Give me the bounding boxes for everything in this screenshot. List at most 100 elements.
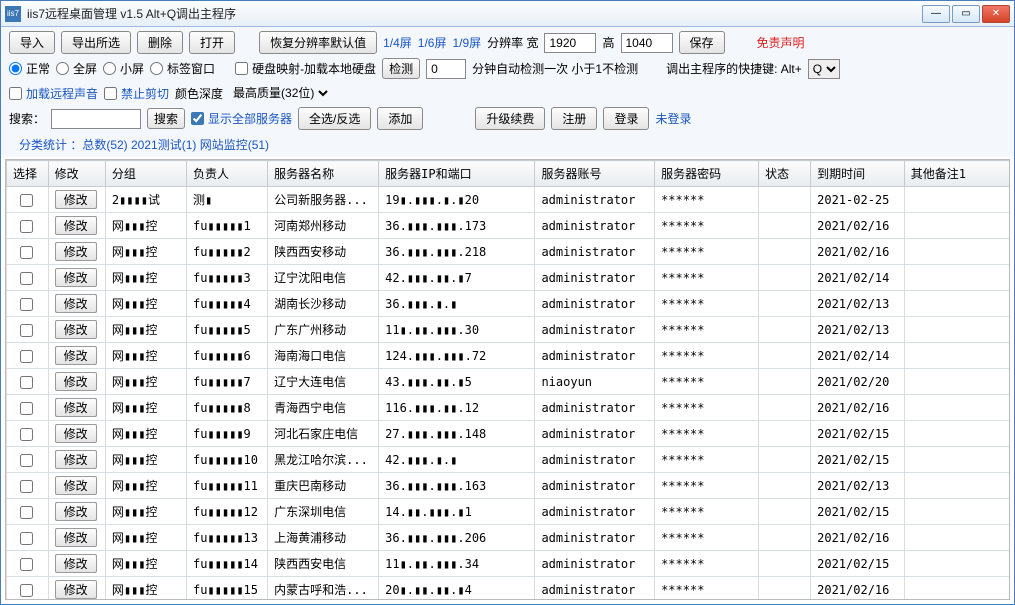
table-row[interactable]: 修改网▮▮▮控fu▮▮▮▮▮9河北石家庄电信27.▮▮▮.▮▮▮.148admi… bbox=[7, 421, 1011, 447]
renew-button[interactable]: 升级续费 bbox=[475, 107, 545, 130]
col-header[interactable]: 到期时间 bbox=[811, 161, 905, 187]
modify-button[interactable]: 修改 bbox=[55, 320, 97, 339]
restore-resolution-button[interactable]: 恢复分辨率默认值 bbox=[259, 31, 377, 54]
color-depth-select[interactable]: 最高质量(32位) bbox=[229, 83, 331, 103]
table-row[interactable]: 修改网▮▮▮控fu▮▮▮▮▮14陕西西安电信11▮.▮▮.▮▮▮.34admin… bbox=[7, 551, 1011, 577]
block-clipboard-checkbox[interactable]: 禁止剪切 bbox=[104, 85, 169, 102]
table-row[interactable]: 修改2▮▮▮▮试测▮公司新服务器...19▮.▮▮▮.▮.▮20administ… bbox=[7, 187, 1011, 213]
delete-button[interactable]: 删除 bbox=[137, 31, 183, 54]
cell-group: 网▮▮▮控 bbox=[105, 213, 186, 239]
cell-group: 网▮▮▮控 bbox=[105, 473, 186, 499]
normal-radio[interactable]: 正常 bbox=[9, 60, 50, 77]
table-row[interactable]: 修改网▮▮▮控fu▮▮▮▮▮8青海西宁电信116.▮▮▮.▮▮.12admini… bbox=[7, 395, 1011, 421]
col-header[interactable]: 服务器账号 bbox=[535, 161, 655, 187]
search-button[interactable]: 搜索 bbox=[147, 108, 185, 129]
col-header[interactable]: 其他备注1 bbox=[904, 161, 1010, 187]
col-header[interactable]: 选择 bbox=[7, 161, 49, 187]
cell-group: 网▮▮▮控 bbox=[105, 343, 186, 369]
login-button[interactable]: 登录 bbox=[603, 107, 649, 130]
table-row[interactable]: 修改网▮▮▮控fu▮▮▮▮▮1河南郑州移动36.▮▮▮.▮▮▮.173admin… bbox=[7, 213, 1011, 239]
row-select-checkbox[interactable] bbox=[20, 324, 33, 337]
row-select-checkbox[interactable] bbox=[20, 376, 33, 389]
select-all-button[interactable]: 全选/反选 bbox=[298, 107, 371, 130]
modify-button[interactable]: 修改 bbox=[55, 450, 97, 469]
table-row[interactable]: 修改网▮▮▮控fu▮▮▮▮▮10黑龙江哈尔滨...42.▮▮▮.▮.▮admin… bbox=[7, 447, 1011, 473]
tabwin-radio[interactable]: 标签窗口 bbox=[150, 60, 215, 77]
modify-button[interactable]: 修改 bbox=[55, 190, 97, 209]
row-select-checkbox[interactable] bbox=[20, 402, 33, 415]
table-row[interactable]: 修改网▮▮▮控fu▮▮▮▮▮3辽宁沈阳电信42.▮▮▮.▮▮.▮7adminis… bbox=[7, 265, 1011, 291]
modify-button[interactable]: 修改 bbox=[55, 242, 97, 261]
table-row[interactable]: 修改网▮▮▮控fu▮▮▮▮▮11重庆巴南移动36.▮▮▮.▮▮▮.163admi… bbox=[7, 473, 1011, 499]
col-header[interactable]: 修改 bbox=[48, 161, 105, 187]
search-input[interactable] bbox=[51, 109, 141, 129]
cell-note bbox=[904, 265, 1010, 291]
shortcut-select[interactable]: Q bbox=[808, 59, 840, 79]
table-row[interactable]: 修改网▮▮▮控fu▮▮▮▮▮12广东深圳电信14.▮▮.▮▮▮.▮1admini… bbox=[7, 499, 1011, 525]
col-header[interactable]: 服务器密码 bbox=[655, 161, 759, 187]
add-button[interactable]: 添加 bbox=[377, 107, 423, 130]
save-button[interactable]: 保存 bbox=[679, 31, 725, 54]
row-select-checkbox[interactable] bbox=[20, 350, 33, 363]
row-select-checkbox[interactable] bbox=[20, 506, 33, 519]
modify-button[interactable]: 修改 bbox=[55, 216, 97, 235]
row-select-checkbox[interactable] bbox=[20, 194, 33, 207]
modify-button[interactable]: 修改 bbox=[55, 528, 97, 547]
ninth-screen-link[interactable]: 1/9屏 bbox=[452, 34, 481, 51]
import-button[interactable]: 导入 bbox=[9, 31, 55, 54]
modify-button[interactable]: 修改 bbox=[55, 580, 97, 599]
close-button[interactable]: ✕ bbox=[982, 5, 1010, 23]
col-header[interactable]: 服务器IP和端口 bbox=[379, 161, 535, 187]
table-row[interactable]: 修改网▮▮▮控fu▮▮▮▮▮15内蒙古呼和浩...20▮.▮▮.▮▮.▮4adm… bbox=[7, 577, 1011, 601]
maximize-button[interactable]: ▭ bbox=[952, 5, 980, 23]
table-row[interactable]: 修改网▮▮▮控fu▮▮▮▮▮13上海黄浦移动36.▮▮▮.▮▮▮.206admi… bbox=[7, 525, 1011, 551]
detect-interval-input[interactable] bbox=[426, 59, 466, 79]
col-header[interactable]: 负责人 bbox=[186, 161, 267, 187]
col-header[interactable]: 状态 bbox=[759, 161, 811, 187]
row-select-checkbox[interactable] bbox=[20, 428, 33, 441]
cell-ip: 43.▮▮▮.▮▮.▮5 bbox=[379, 369, 535, 395]
diskmap-checkbox[interactable]: 硬盘映射-加载本地硬盘 bbox=[235, 60, 376, 77]
modify-button[interactable]: 修改 bbox=[55, 398, 97, 417]
row-select-checkbox[interactable] bbox=[20, 220, 33, 233]
quarter-screen-link[interactable]: 1/4屏 bbox=[383, 34, 412, 51]
row-select-checkbox[interactable] bbox=[20, 584, 33, 597]
full-radio[interactable]: 全屏 bbox=[56, 60, 97, 77]
row-select-checkbox[interactable] bbox=[20, 272, 33, 285]
modify-button[interactable]: 修改 bbox=[55, 502, 97, 521]
detect-button[interactable]: 检测 bbox=[382, 58, 420, 79]
modify-button[interactable]: 修改 bbox=[55, 268, 97, 287]
show-all-checkbox[interactable]: 显示全部服务器 bbox=[191, 110, 292, 127]
sixth-screen-link[interactable]: 1/6屏 bbox=[418, 34, 447, 51]
table-row[interactable]: 修改网▮▮▮控fu▮▮▮▮▮5广东广州移动11▮.▮▮.▮▮▮.30admini… bbox=[7, 317, 1011, 343]
modify-button[interactable]: 修改 bbox=[55, 554, 97, 573]
small-radio[interactable]: 小屏 bbox=[103, 60, 144, 77]
col-header[interactable]: 服务器名称 bbox=[268, 161, 379, 187]
row-select-checkbox[interactable] bbox=[20, 454, 33, 467]
disclaimer-link[interactable]: 免责声明 bbox=[757, 34, 805, 51]
table-row[interactable]: 修改网▮▮▮控fu▮▮▮▮▮6海南海口电信124.▮▮▮.▮▮▮.72admin… bbox=[7, 343, 1011, 369]
minimize-button[interactable]: — bbox=[922, 5, 950, 23]
col-header[interactable]: 分组 bbox=[105, 161, 186, 187]
server-table-wrap[interactable]: 选择修改分组负责人服务器名称服务器IP和端口服务器账号服务器密码状态到期时间其他… bbox=[5, 159, 1010, 600]
table-row[interactable]: 修改网▮▮▮控fu▮▮▮▮▮2陕西西安移动36.▮▮▮.▮▮▮.218admin… bbox=[7, 239, 1011, 265]
modify-button[interactable]: 修改 bbox=[55, 424, 97, 443]
register-button[interactable]: 注册 bbox=[551, 107, 597, 130]
modify-button[interactable]: 修改 bbox=[55, 346, 97, 365]
table-row[interactable]: 修改网▮▮▮控fu▮▮▮▮▮7辽宁大连电信43.▮▮▮.▮▮.▮5niaoyun… bbox=[7, 369, 1011, 395]
load-sound-checkbox[interactable]: 加载远程声音 bbox=[9, 85, 98, 102]
open-button[interactable]: 打开 bbox=[189, 31, 235, 54]
row-select-checkbox[interactable] bbox=[20, 298, 33, 311]
modify-button[interactable]: 修改 bbox=[55, 476, 97, 495]
export-selected-button[interactable]: 导出所选 bbox=[61, 31, 131, 54]
modify-button[interactable]: 修改 bbox=[55, 294, 97, 313]
row-select-checkbox[interactable] bbox=[20, 480, 33, 493]
modify-button[interactable]: 修改 bbox=[55, 372, 97, 391]
resolution-height-input[interactable] bbox=[621, 33, 673, 53]
resolution-width-input[interactable] bbox=[544, 33, 596, 53]
row-select-checkbox[interactable] bbox=[20, 532, 33, 545]
row-select-checkbox[interactable] bbox=[20, 558, 33, 571]
cell-status bbox=[759, 447, 811, 473]
row-select-checkbox[interactable] bbox=[20, 246, 33, 259]
table-row[interactable]: 修改网▮▮▮控fu▮▮▮▮▮4湖南长沙移动36.▮▮▮.▮.▮administr… bbox=[7, 291, 1011, 317]
